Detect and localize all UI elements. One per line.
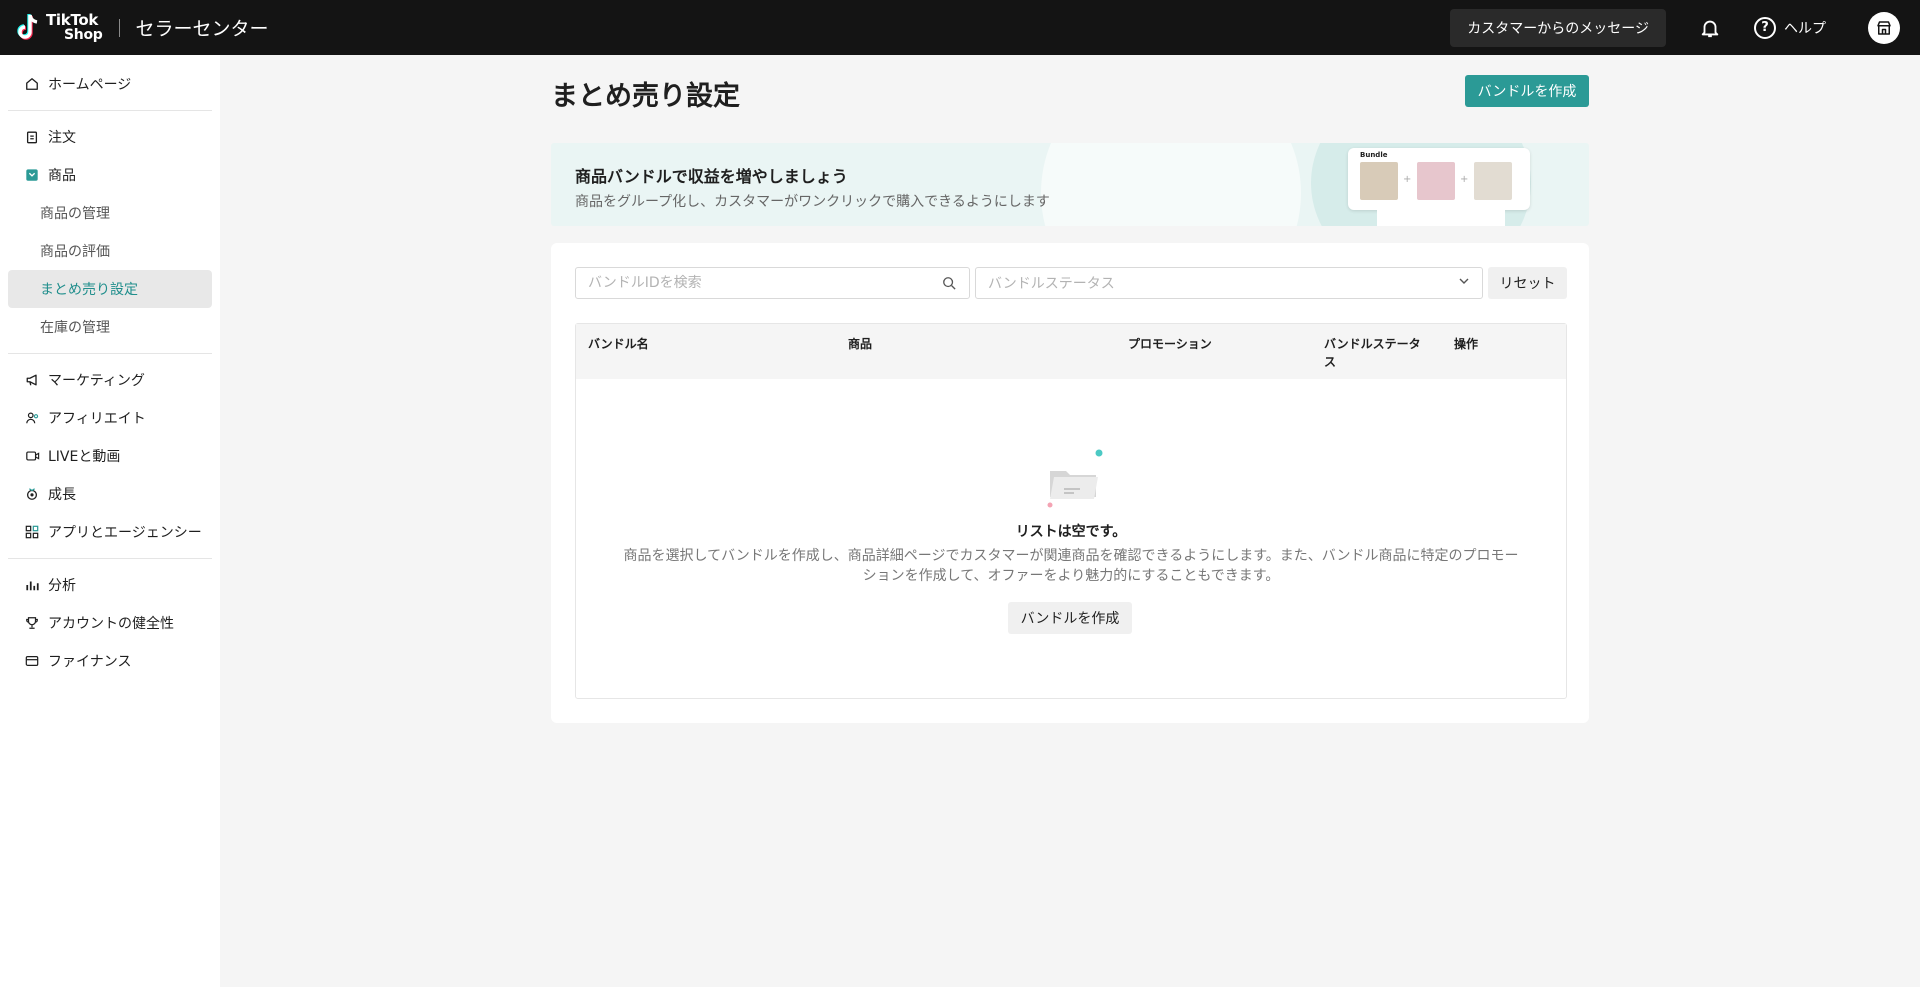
- tiktok-logo-icon: [14, 13, 42, 43]
- bundle-illustration-footer: [1377, 207, 1505, 226]
- banner-subtitle: 商品をグループ化し、カスタマーがワンクリックで購入できるようにします: [575, 194, 1050, 210]
- banner-decoration: [1041, 143, 1301, 226]
- bundle-card-title: Bundle: [1360, 151, 1388, 159]
- sidebar: ホームページ 注文 商品 商品の管理 商品の評価 まとめ売り設定 在庫の管理 マ…: [0, 55, 220, 987]
- sidebar-item-bundle-settings[interactable]: まとめ売り設定: [8, 270, 212, 308]
- wallet-icon: [24, 653, 40, 669]
- apps-icon: [24, 524, 40, 540]
- plus-icon: +: [1403, 174, 1412, 185]
- product-thumbnail: [1474, 162, 1512, 200]
- sidebar-item-growth[interactable]: 成長: [8, 475, 212, 513]
- sidebar-divider: [8, 558, 212, 559]
- sidebar-item-label: 注文: [48, 130, 76, 146]
- bundle-status-placeholder: バンドルステータス: [988, 276, 1115, 292]
- sidebar-item-product-reviews[interactable]: 商品の評価: [8, 232, 212, 270]
- help-icon: ?: [1754, 16, 1776, 39]
- product-icon: [24, 167, 40, 183]
- bundle-illustration: Bundle + +: [1348, 148, 1530, 210]
- page-title: まとめ売り設定: [551, 81, 740, 112]
- sidebar-item-finance[interactable]: ファイナンス: [8, 642, 212, 680]
- sidebar-divider: [8, 110, 212, 111]
- sidebar-item-products[interactable]: 商品: [8, 156, 212, 194]
- column-header-bundle-name: バンドル名: [588, 337, 649, 351]
- sidebar-item-label: 分析: [48, 578, 76, 594]
- bundle-list-card: バンドルステータス リセット バンドル名 商品 プロモーション バンドルステータ…: [551, 243, 1589, 723]
- sidebar-divider: [8, 353, 212, 354]
- reset-button[interactable]: リセット: [1488, 267, 1567, 299]
- sidebar-item-affiliate[interactable]: アフィリエイト: [8, 399, 212, 437]
- bundle-id-search-input[interactable]: [575, 267, 970, 299]
- app-title: セラーセンター: [135, 18, 269, 40]
- sidebar-item-orders[interactable]: 注文: [8, 118, 212, 156]
- customer-messages-button[interactable]: カスタマーからのメッセージ: [1450, 8, 1666, 47]
- people-icon: [24, 410, 40, 426]
- column-header-promotion: プロモーション: [1128, 337, 1212, 351]
- home-icon: [24, 76, 40, 92]
- sidebar-item-label: 成長: [48, 487, 76, 503]
- sidebar-item-live-video[interactable]: LIVEと動画: [8, 437, 212, 475]
- sidebar-item-label: アフィリエイト: [48, 411, 146, 427]
- create-bundle-button[interactable]: バンドルを作成: [1465, 75, 1589, 107]
- sidebar-item-manage-products[interactable]: 商品の管理: [8, 194, 212, 232]
- table-header: バンドル名 商品 プロモーション バンドルステータス 操作: [576, 324, 1566, 379]
- chart-icon: [24, 577, 40, 593]
- empty-folder-icon: [1044, 449, 1104, 509]
- sidebar-item-home[interactable]: ホームページ: [8, 65, 212, 103]
- help-button[interactable]: ? ヘルプ: [1754, 16, 1826, 39]
- tiktok-shop-logo[interactable]: TikTok Shop: [14, 10, 103, 43]
- header-divider: [118, 18, 120, 37]
- video-icon: [24, 448, 40, 464]
- sidebar-item-label: マーケティング: [48, 373, 145, 389]
- store-icon: [1877, 20, 1891, 35]
- sidebar-item-label: 商品: [48, 168, 76, 184]
- medal-icon: [24, 486, 40, 502]
- bundle-status-select[interactable]: バンドルステータス: [975, 267, 1483, 299]
- product-thumbnail: [1417, 162, 1455, 200]
- plus-icon: +: [1460, 174, 1469, 185]
- top-bar: TikTok Shop セラーセンター カスタマーからのメッセージ ? ヘルプ: [0, 0, 1920, 55]
- promo-banner: 商品バンドルで収益を増やしましょう 商品をグループ化し、カスタマーがワンクリック…: [551, 143, 1589, 226]
- sidebar-item-label: アカウントの健全性: [48, 616, 174, 632]
- sidebar-item-inventory[interactable]: 在庫の管理: [8, 308, 212, 346]
- sidebar-item-label: アプリとエージェンシー: [48, 525, 202, 541]
- clipboard-icon: [24, 129, 40, 145]
- sidebar-item-label: LIVEと動画: [48, 449, 121, 465]
- product-thumbnail: [1360, 162, 1398, 200]
- sidebar-item-account-health[interactable]: アカウントの健全性: [8, 604, 212, 642]
- megaphone-icon: [24, 372, 40, 388]
- empty-state-create-bundle-button[interactable]: バンドルを作成: [1008, 602, 1132, 634]
- trophy-icon: [24, 615, 40, 631]
- banner-title: 商品バンドルで収益を増やしましょう: [575, 167, 848, 186]
- help-label: ヘルプ: [1784, 20, 1826, 37]
- column-header-actions: 操作: [1454, 337, 1479, 351]
- chevron-down-icon: [1458, 275, 1470, 291]
- sidebar-item-marketing[interactable]: マーケティング: [8, 361, 212, 399]
- logo-text-line2: Shop: [64, 26, 103, 43]
- search-icon[interactable]: [942, 275, 958, 291]
- sidebar-item-apps-agencies[interactable]: アプリとエージェンシー: [8, 513, 212, 551]
- sidebar-item-label: ファイナンス: [48, 654, 132, 670]
- empty-state-title: リストは空です。: [1015, 524, 1127, 540]
- notification-bell-icon[interactable]: [1690, 8, 1730, 48]
- column-header-products: 商品: [848, 337, 873, 351]
- shop-avatar[interactable]: [1868, 11, 1900, 44]
- empty-state-description: 商品を選択してバンドルを作成し、商品詳細ページでカスタマーが関連商品を確認できる…: [623, 548, 1519, 584]
- column-header-bundle-status: バンドルステータス: [1324, 337, 1421, 369]
- bundle-table: バンドル名 商品 プロモーション バンドルステータス 操作 リストは空です。 商…: [575, 323, 1567, 699]
- logo-text-line1: TikTok: [46, 10, 99, 29]
- sidebar-item-label: ホームページ: [48, 77, 132, 93]
- sidebar-item-analytics[interactable]: 分析: [8, 566, 212, 604]
